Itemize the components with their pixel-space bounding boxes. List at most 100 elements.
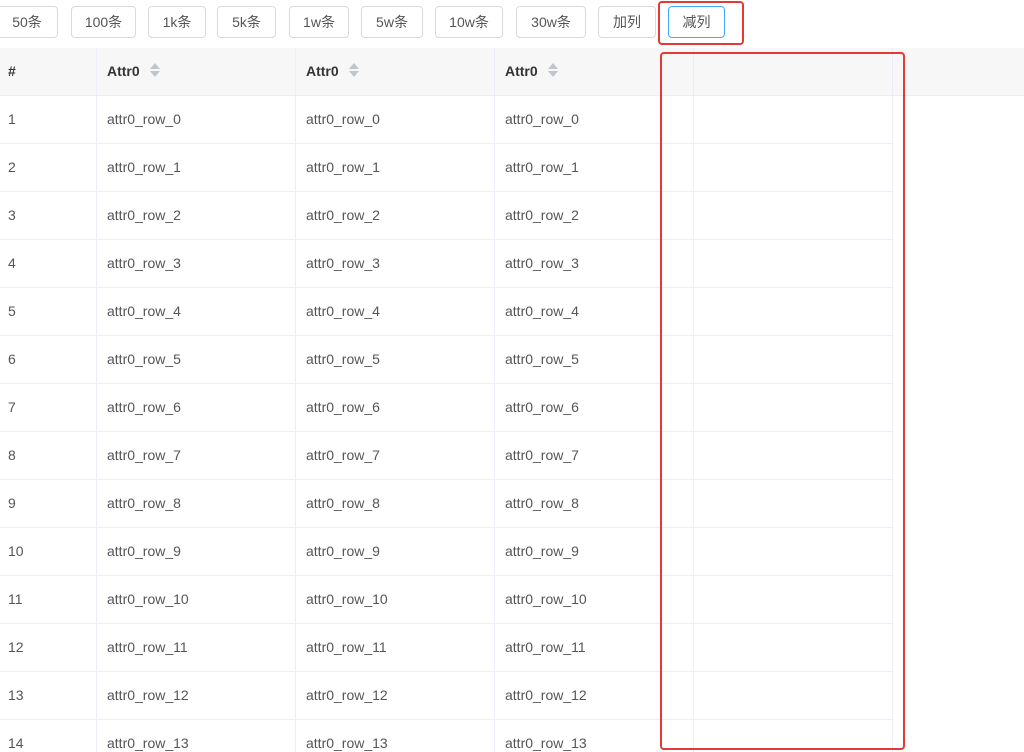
table-cell: attr0_row_6 (296, 384, 495, 431)
row-index-cell: 9 (0, 480, 97, 527)
data-table: # Attr0 Attr0 Attr0 1 attr0_row_0 attr0_ro… (0, 48, 1024, 752)
sort-icon[interactable] (547, 62, 558, 78)
table-cell: attr0_row_3 (296, 240, 495, 287)
row-index-cell: 1 (0, 96, 97, 143)
table-cell: attr0_row_13 (495, 720, 694, 752)
row-index-cell: 11 (0, 576, 97, 623)
table-cell: attr0_row_0 (97, 96, 296, 143)
table-cell: attr0_row_8 (296, 480, 495, 527)
table-cell: attr0_row_5 (296, 336, 495, 383)
table-cell: attr0_row_13 (296, 720, 495, 752)
load-1k-rows-button[interactable]: 1k条 (148, 6, 206, 38)
table-cell: attr0_row_4 (296, 288, 495, 335)
table-cell: attr0_row_9 (495, 528, 694, 575)
table-cell (694, 192, 893, 239)
row-index-cell: 3 (0, 192, 97, 239)
load-5k-rows-button[interactable]: 5k条 (217, 6, 276, 38)
load-5w-rows-button[interactable]: 5w条 (361, 6, 423, 38)
table-cell: attr0_row_1 (296, 144, 495, 191)
add-column-button[interactable]: 加列 (598, 6, 656, 38)
table-row[interactable]: 9 attr0_row_8 attr0_row_8 attr0_row_8 (0, 480, 893, 528)
table-cell: attr0_row_12 (495, 672, 694, 719)
table-row[interactable]: 10 attr0_row_9 attr0_row_9 attr0_row_9 (0, 528, 893, 576)
row-index-cell: 13 (0, 672, 97, 719)
table-cell: attr0_row_7 (495, 432, 694, 479)
sort-icon[interactable] (348, 62, 359, 78)
table-cell (694, 144, 893, 191)
remove-column-button[interactable]: 减列 (668, 6, 725, 38)
table-cell: attr0_row_1 (495, 144, 694, 191)
header-attr0-col2[interactable]: Attr0 (296, 48, 495, 95)
row-index-cell: 14 (0, 720, 97, 752)
table-row[interactable]: 4 attr0_row_3 attr0_row_3 attr0_row_3 (0, 240, 893, 288)
row-index-cell: 10 (0, 528, 97, 575)
table-row[interactable]: 1 attr0_row_0 attr0_row_0 attr0_row_0 (0, 96, 893, 144)
table-cell: attr0_row_11 (97, 624, 296, 671)
table-cell: attr0_row_3 (97, 240, 296, 287)
table-header: # Attr0 Attr0 Attr0 (0, 48, 1024, 96)
table-cell (694, 432, 893, 479)
load-100-rows-button[interactable]: 100条 (71, 6, 136, 38)
table-cell (694, 384, 893, 431)
table-cell (694, 480, 893, 527)
table-cell: attr0_row_4 (97, 288, 296, 335)
header-index: # (0, 48, 97, 95)
table-cell: attr0_row_7 (296, 432, 495, 479)
table-cell: attr0_row_2 (97, 192, 296, 239)
table-cell (694, 240, 893, 287)
table-cell (694, 624, 893, 671)
table-row[interactable]: 12 attr0_row_11 attr0_row_11 attr0_row_11 (0, 624, 893, 672)
table-cell: attr0_row_7 (97, 432, 296, 479)
table-row[interactable]: 3 attr0_row_2 attr0_row_2 attr0_row_2 (0, 192, 893, 240)
table-cell: attr0_row_8 (97, 480, 296, 527)
table-cell: attr0_row_0 (495, 96, 694, 143)
load-50-rows-button[interactable]: 50条 (0, 6, 58, 38)
table-row[interactable]: 8 attr0_row_7 attr0_row_7 attr0_row_7 (0, 432, 893, 480)
table-body: 1 attr0_row_0 attr0_row_0 attr0_row_0 2 attr0… (0, 96, 1024, 752)
table-row[interactable]: 11 attr0_row_10 attr0_row_10 attr0_row_10 (0, 576, 893, 624)
table-cell: attr0_row_8 (495, 480, 694, 527)
table-cell: attr0_row_10 (97, 576, 296, 623)
table-cell: attr0_row_3 (495, 240, 694, 287)
table-cell: attr0_row_6 (97, 384, 296, 431)
header-empty-column (694, 48, 893, 95)
table-cell (694, 336, 893, 383)
table-cell: attr0_row_11 (296, 624, 495, 671)
table-cell: attr0_row_5 (97, 336, 296, 383)
row-index-cell: 4 (0, 240, 97, 287)
table-cell: attr0_row_1 (97, 144, 296, 191)
table-row[interactable]: 7 attr0_row_6 attr0_row_6 attr0_row_6 (0, 384, 893, 432)
row-index-cell: 2 (0, 144, 97, 191)
row-index-cell: 8 (0, 432, 97, 479)
table-cell (694, 576, 893, 623)
table-cell: attr0_row_11 (495, 624, 694, 671)
load-30w-rows-button[interactable]: 30w条 (516, 6, 586, 38)
row-index-cell: 7 (0, 384, 97, 431)
table-cell: attr0_row_5 (495, 336, 694, 383)
load-10w-rows-button[interactable]: 10w条 (435, 6, 503, 38)
header-label: Attr0 (306, 63, 339, 79)
table-row[interactable]: 2 attr0_row_1 attr0_row_1 attr0_row_1 (0, 144, 893, 192)
table-cell (694, 96, 893, 143)
table-row[interactable]: 5 attr0_row_4 attr0_row_4 attr0_row_4 (0, 288, 893, 336)
table-row[interactable]: 6 attr0_row_5 attr0_row_5 attr0_row_5 (0, 336, 893, 384)
table-cell (694, 720, 893, 752)
header-attr0-col3[interactable]: Attr0 (495, 48, 694, 95)
table-cell (694, 528, 893, 575)
table-cell: attr0_row_9 (97, 528, 296, 575)
toolbar: 50条 100条 1k条 5k条 1w条 5w条 10w条 30w条 加列 减列 (0, 0, 1024, 44)
sort-icon[interactable] (149, 62, 160, 78)
table-cell: attr0_row_12 (296, 672, 495, 719)
load-1w-rows-button[interactable]: 1w条 (289, 6, 349, 38)
row-index-cell: 5 (0, 288, 97, 335)
table-cell: attr0_row_6 (495, 384, 694, 431)
header-label: Attr0 (107, 63, 140, 79)
header-label: Attr0 (505, 63, 538, 79)
table-cell (694, 672, 893, 719)
table-cell: attr0_row_0 (296, 96, 495, 143)
table-cell: attr0_row_10 (296, 576, 495, 623)
table-row[interactable]: 14 attr0_row_13 attr0_row_13 attr0_row_13 (0, 720, 893, 752)
header-attr0-col1[interactable]: Attr0 (97, 48, 296, 95)
table-cell (694, 288, 893, 335)
table-row[interactable]: 13 attr0_row_12 attr0_row_12 attr0_row_12 (0, 672, 893, 720)
